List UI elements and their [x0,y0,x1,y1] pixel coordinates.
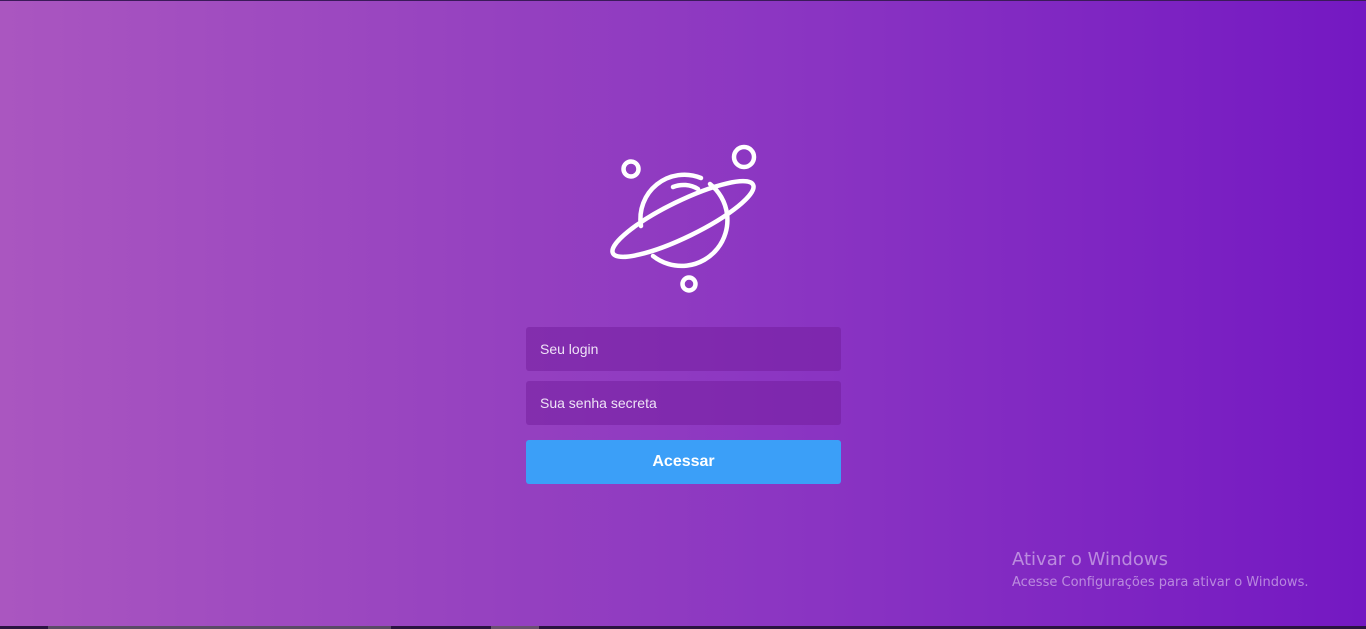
login-input[interactable] [526,327,841,371]
password-input[interactable] [526,381,841,425]
planet-icon [603,142,763,298]
login-form: Acessar [526,327,841,484]
watermark-subtitle: Acesse Configurações para ativar o Windo… [1012,575,1309,590]
submit-button[interactable]: Acessar [526,440,841,484]
watermark-title: Ativar o Windows [1012,549,1168,570]
windows-activation-watermark: Ativar o Windows Acesse Configurações pa… [1012,549,1308,593]
top-border [0,0,1366,1]
